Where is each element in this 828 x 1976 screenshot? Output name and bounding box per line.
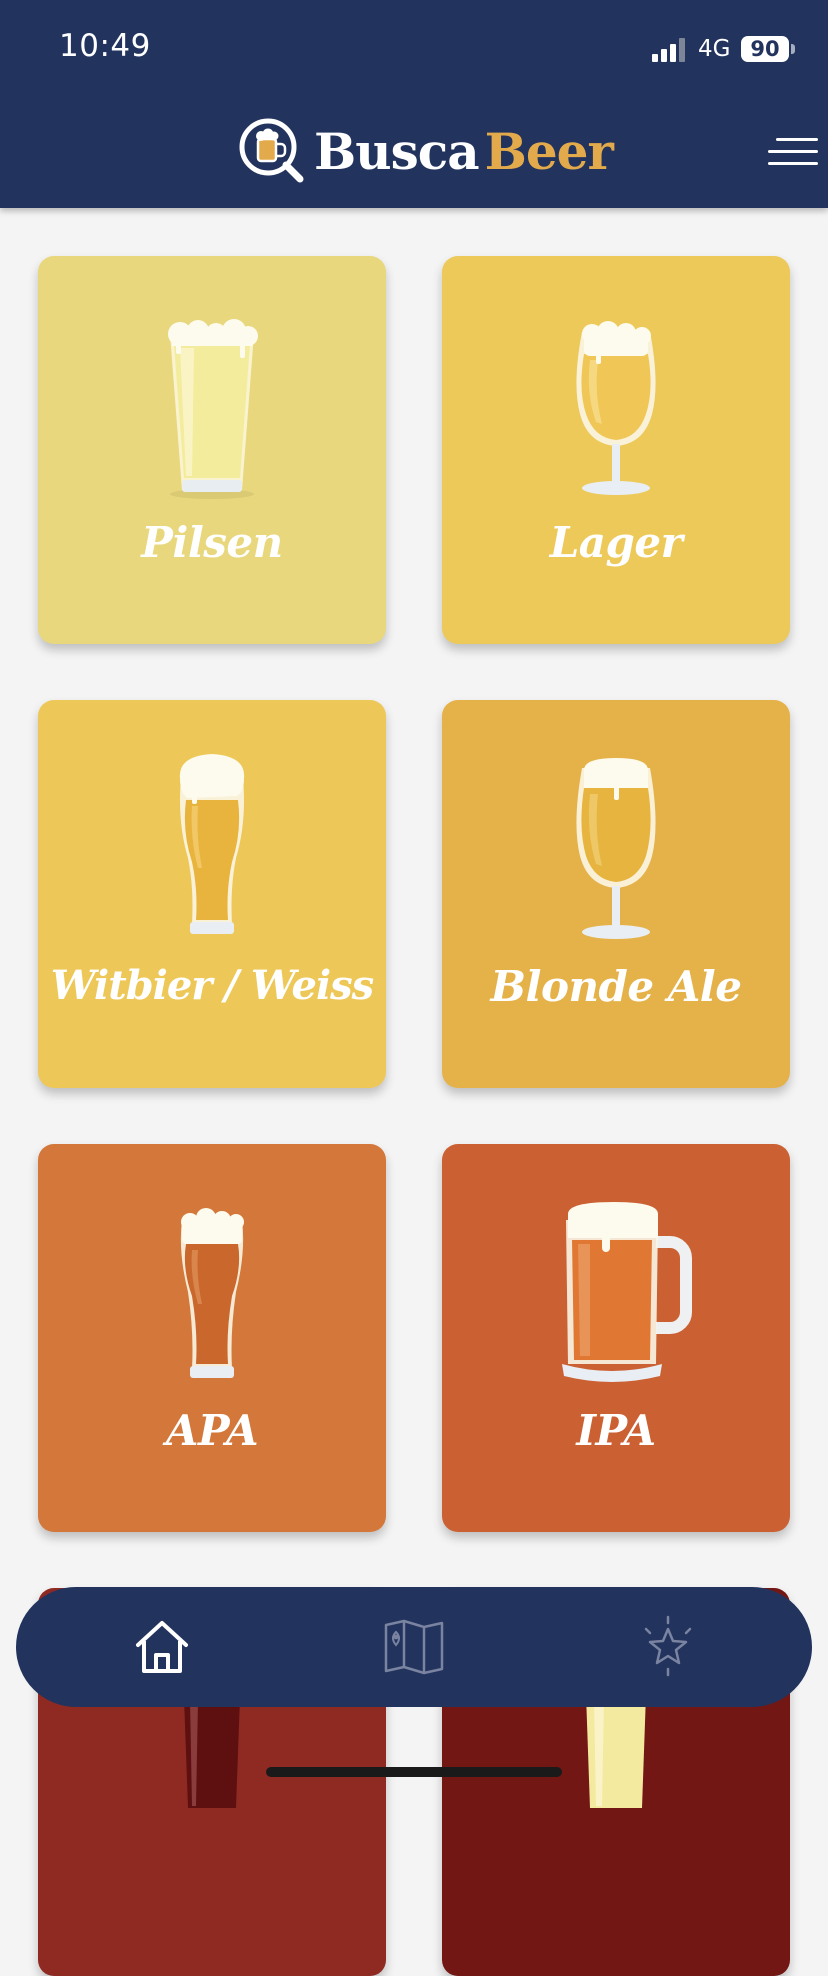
style-label: Pilsen <box>141 518 283 567</box>
dark-beer-glass-icon <box>180 1690 244 1808</box>
style-card-ipa[interactable]: IPA <box>442 1144 790 1532</box>
logo-beer: Beer <box>484 121 614 181</box>
tulip-glass-icon <box>576 758 656 939</box>
menu-line <box>776 138 818 141</box>
logo-busca: Busca <box>314 121 480 181</box>
battery-icon: 90 <box>741 36 789 62</box>
menu-line <box>768 150 818 153</box>
light-beer-glass-icon <box>586 1694 646 1808</box>
signal-icon <box>652 38 685 62</box>
battery-tip <box>791 44 795 54</box>
map-icon <box>384 1619 444 1675</box>
home-indicator <box>266 1767 562 1777</box>
mug-icon <box>562 1202 692 1382</box>
style-label: Witbier / Weiss <box>50 962 374 1009</box>
nav-map[interactable] <box>382 1615 446 1679</box>
tulip-glass-icon <box>576 321 656 495</box>
pilsner-glass-icon <box>168 319 258 499</box>
style-label: APA <box>165 1406 259 1455</box>
hamburger-menu-icon[interactable] <box>766 136 818 168</box>
style-label: Blonde Ale <box>490 962 742 1011</box>
menu-line <box>768 162 818 165</box>
beer-magnifier-icon <box>239 118 304 183</box>
star-icon <box>644 1615 692 1677</box>
style-card-pilsen[interactable]: Pilsen <box>38 256 386 644</box>
app-header: 10:49 4G 90 Busca Beer <box>0 0 828 208</box>
style-card-witbier-weiss[interactable]: Witbier / Weiss <box>38 700 386 1088</box>
style-label: Lager <box>549 518 683 567</box>
logo-wordmark: Busca Beer <box>314 121 614 181</box>
nav-favorites[interactable] <box>636 1615 700 1679</box>
home-icon <box>136 1621 188 1673</box>
style-label: IPA <box>576 1406 656 1455</box>
network-label: 4G <box>698 36 731 62</box>
pint-glass-icon <box>180 1208 244 1378</box>
status-time: 10:49 <box>59 28 151 64</box>
style-card-lager[interactable]: Lager <box>442 256 790 644</box>
battery-level: 90 <box>750 37 780 61</box>
style-card-apa[interactable]: APA <box>38 1144 386 1532</box>
app-logo: Busca Beer <box>238 116 614 186</box>
style-card-blonde-ale[interactable]: Blonde Ale <box>442 700 790 1088</box>
bottom-nav <box>16 1587 812 1707</box>
nav-home[interactable] <box>130 1615 194 1679</box>
weizen-glass-icon <box>179 754 245 934</box>
